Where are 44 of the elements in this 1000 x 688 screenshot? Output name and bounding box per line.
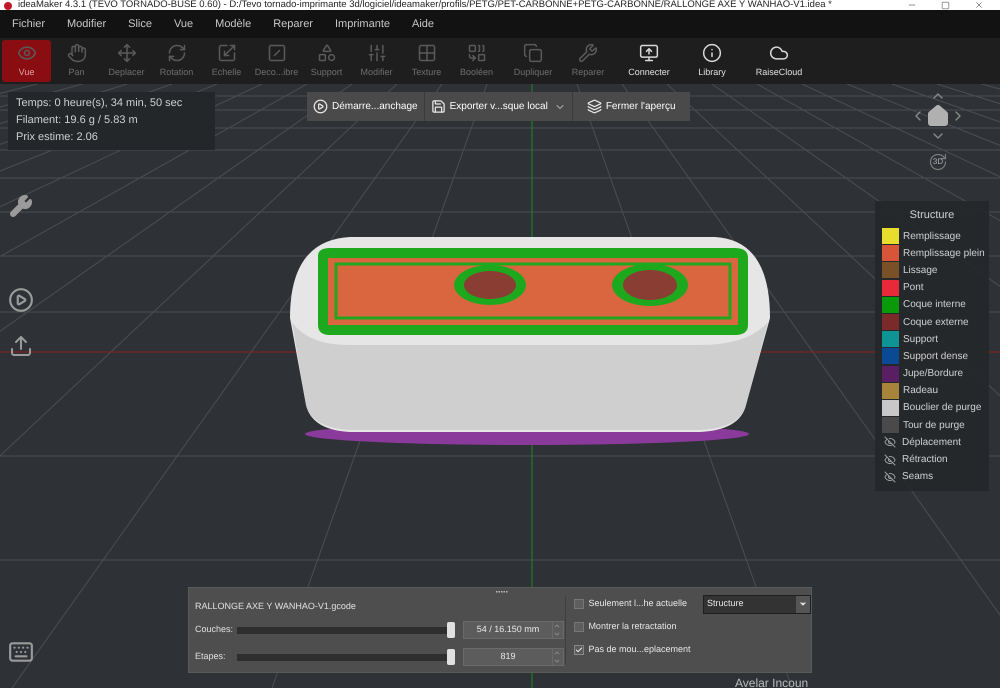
legend-label: Support xyxy=(903,332,938,347)
background-text: Avelar Incoun xyxy=(735,675,808,688)
legend-label: Tour de purge xyxy=(903,418,965,433)
menu-item[interactable]: Modèle xyxy=(207,16,260,32)
legend-label: Remplissage xyxy=(903,230,961,244)
toolbar-button[interactable]: RaiseCloud xyxy=(746,40,812,82)
toolbar-button[interactable]: Library xyxy=(683,40,741,82)
toolbar-button[interactable]: Connecter xyxy=(620,40,678,82)
legend-label: Bouclier de purge xyxy=(903,401,982,416)
legend-label: Coque externe xyxy=(903,316,969,330)
legend-label: Support dense xyxy=(903,350,968,364)
3d-view-button[interactable]: 3D xyxy=(926,152,950,172)
slider-label: Etapes: xyxy=(195,650,227,663)
legend-label: Radeau xyxy=(903,384,938,398)
file-name: RALLONGE AXE Y WANHAO-V1.gcode xyxy=(195,600,357,613)
stats-text: Prix estime: 2.06 xyxy=(16,130,99,144)
legend-label: Lissage xyxy=(903,264,938,278)
stats-text: Filament: 19.6 g / 5.83 m xyxy=(16,113,139,127)
legend-label: Pont xyxy=(903,281,924,296)
option-label: Seulement l...he actuelle xyxy=(588,597,687,610)
legend-title: Structure xyxy=(908,208,956,223)
view-select[interactable]: Structure xyxy=(703,594,811,614)
legend-label: Remplissage plein xyxy=(903,246,985,261)
option-label: Montrer la retractation xyxy=(588,620,676,634)
legend-label: Coque interne xyxy=(903,298,966,312)
menu-item[interactable]: Fichier xyxy=(4,16,54,32)
preview-button[interactable]: Fermer l'aperçu xyxy=(572,92,690,121)
menu-item[interactable]: Imprimante xyxy=(326,16,398,32)
stats-text: Temps: 0 heure(s), 34 min, 50 sec xyxy=(16,96,184,110)
legend-label: Déplacement xyxy=(902,436,961,450)
slider-label: Couches: xyxy=(195,622,234,636)
legend-label: Jupe/Bordure xyxy=(903,367,964,382)
legend-label: Rétraction xyxy=(902,453,948,468)
menu-item[interactable]: Aide xyxy=(404,16,442,32)
menu-item[interactable]: Slice xyxy=(120,16,160,32)
preview-button[interactable]: Exporter v...sque local xyxy=(424,92,572,121)
menu-item[interactable]: Vue xyxy=(166,16,202,32)
window-title: ideaMaker 4.3.1 (TEVO TORNADO-BUSE 0.60) - D:/Tevo tornado-imprimante 3d/logiciel/ideamaker/profils/PETG/PET-CARBONNE+PETG-CARBONNE/RALLONGE AXE Y WANHAO-V1.idea * xyxy=(18,0,832,10)
menu-item[interactable]: Reparer xyxy=(265,16,321,32)
option-label: Pas de mou...eplacement xyxy=(588,643,690,656)
menu-item[interactable]: Modifier xyxy=(59,16,114,32)
legend-label: Seams xyxy=(902,470,934,484)
toolbar-button[interactable]: Vue xyxy=(2,40,51,82)
preview-button[interactable]: Démarre...anchage xyxy=(307,92,424,121)
